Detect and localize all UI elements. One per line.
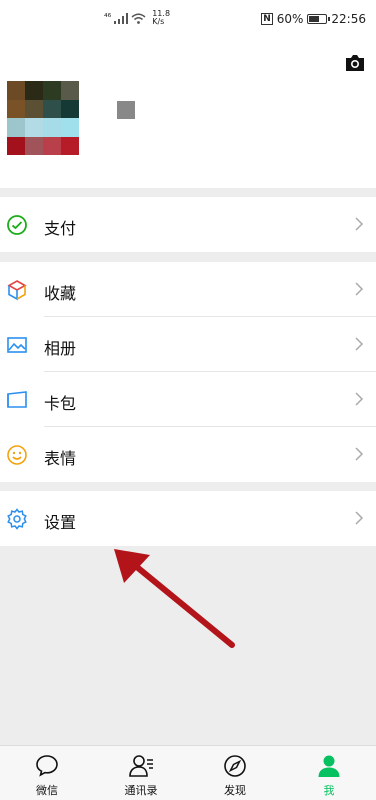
chevron-right-icon <box>355 392 364 406</box>
gear-icon <box>7 508 27 530</box>
compass-icon <box>224 755 246 777</box>
tab-discover[interactable]: 发现 <box>188 746 282 800</box>
menu-item-pay[interactable]: 支付 <box>0 197 376 252</box>
tab-contacts[interactable]: 通讯录 <box>94 746 188 800</box>
network-type-label: ⁴⁶ <box>104 13 112 23</box>
person-icon <box>318 755 340 777</box>
network-speed: 11.8 K/s <box>152 10 170 26</box>
avatar-pixel <box>7 99 25 118</box>
menu-item-label: 相册 <box>44 339 77 358</box>
avatar-pixel <box>7 136 25 155</box>
chat-bubble-icon <box>36 755 58 777</box>
features-section: 收藏 相册 卡包 表情 <box>0 262 376 482</box>
avatar-pixel <box>25 81 43 100</box>
tab-me[interactable]: 我 <box>282 746 376 800</box>
smiley-icon <box>7 445 27 465</box>
tab-label: 发现 <box>224 784 246 797</box>
annotation-arrow <box>114 549 235 648</box>
avatar-pixel <box>61 118 79 137</box>
menu-item-album[interactable]: 相册 <box>0 317 376 372</box>
chevron-right-icon <box>355 337 364 351</box>
tab-label: 微信 <box>36 784 58 797</box>
nickname-placeholder[interactable] <box>117 101 135 119</box>
status-left: ⁴⁶ 11.8 K/s <box>104 10 170 26</box>
menu-item-cards[interactable]: 卡包 <box>0 372 376 427</box>
favorites-cube-icon <box>7 280 27 301</box>
avatar-pixel <box>43 99 61 118</box>
tab-label: 通讯录 <box>124 784 158 797</box>
tab-label: 我 <box>323 784 335 797</box>
battery-icon <box>307 14 331 24</box>
wifi-icon <box>131 13 146 24</box>
menu-item-label: 收藏 <box>44 284 77 303</box>
avatar[interactable] <box>7 81 79 155</box>
contacts-icon <box>129 755 153 777</box>
avatar-pixel <box>25 118 43 137</box>
tab-chats[interactable]: 微信 <box>0 746 94 800</box>
avatar-pixel <box>61 136 79 155</box>
status-bar: ⁴⁶ 11.8 K/s N 60% 22:56 <box>0 0 376 38</box>
bottom-tab-bar: 微信 通讯录 发现 我 <box>0 745 376 800</box>
avatar-pixel <box>25 99 43 118</box>
status-right: N 60% 22:56 <box>261 12 366 26</box>
avatar-pixel <box>61 81 79 100</box>
avatar-pixel <box>7 81 25 100</box>
pay-section: 支付 <box>0 197 376 252</box>
chevron-right-icon <box>355 282 364 296</box>
battery-percent: 60% <box>276 12 304 26</box>
menu-item-favorites[interactable]: 收藏 <box>0 262 376 317</box>
card-wallet-icon <box>7 391 27 408</box>
signal-icon <box>114 12 129 24</box>
settings-section: 设置 <box>0 491 376 546</box>
avatar-pixel <box>43 136 61 155</box>
speed-unit: K/s <box>152 17 165 26</box>
menu-item-label: 设置 <box>44 513 77 532</box>
avatar-pixel <box>25 136 43 155</box>
chevron-right-icon <box>355 511 364 525</box>
chevron-right-icon <box>355 217 364 231</box>
avatar-pixel <box>43 81 61 100</box>
menu-item-stickers[interactable]: 表情 <box>0 427 376 482</box>
menu-item-label: 支付 <box>44 219 77 238</box>
chevron-right-icon <box>355 447 364 461</box>
profile-header <box>0 38 376 188</box>
nfc-icon: N <box>261 13 273 25</box>
clock: 22:56 <box>331 12 366 26</box>
avatar-pixel <box>7 118 25 137</box>
avatar-pixel <box>61 99 79 118</box>
menu-item-label: 卡包 <box>44 394 77 413</box>
pay-icon <box>7 215 27 235</box>
avatar-pixel <box>43 118 61 137</box>
album-icon <box>7 337 27 353</box>
menu-item-label: 表情 <box>44 449 77 468</box>
camera-icon[interactable] <box>344 54 366 72</box>
menu-item-settings[interactable]: 设置 <box>0 491 376 546</box>
